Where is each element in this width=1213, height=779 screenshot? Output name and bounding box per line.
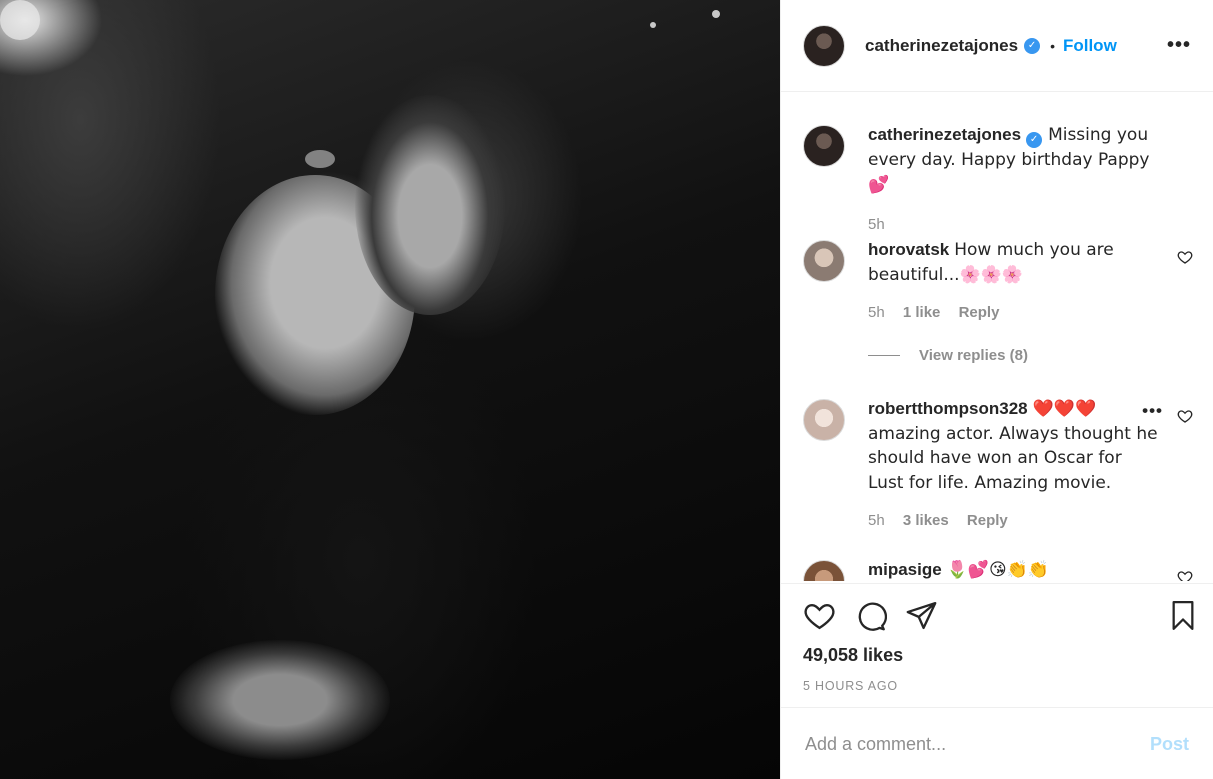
comment-time: 5h — [868, 304, 885, 321]
avatar[interactable] — [803, 399, 845, 441]
verified-badge-icon: ✓ — [1026, 132, 1043, 148]
add-comment-bar: Post — [781, 709, 1213, 779]
caption-username[interactable]: catherinezetajones — [868, 125, 1021, 144]
follow-button[interactable]: Follow — [1063, 36, 1117, 56]
photo-light — [305, 150, 335, 168]
post-actions: 49,058 likes 5 HOURS AGO — [781, 583, 1213, 708]
reply-button[interactable]: Reply — [967, 512, 1008, 529]
comment-likes[interactable]: 1 like — [903, 304, 941, 321]
heart-icon[interactable] — [1177, 569, 1193, 581]
post-comment-button[interactable]: Post — [1150, 734, 1189, 755]
header-user: catherinezetajones ✓ • Follow — [865, 36, 1117, 56]
heart-icon[interactable] — [803, 599, 836, 632]
comment-text: 🌷💕😘👏👏 — [946, 560, 1050, 580]
author-username[interactable]: catherinezetajones — [865, 36, 1018, 56]
comment-item: robertthompson328 ❤️❤️❤️ amazing actor. A… — [803, 397, 1199, 533]
avatar[interactable] — [803, 125, 845, 167]
avatar[interactable] — [803, 240, 845, 282]
heart-icon[interactable] — [1177, 249, 1193, 265]
comment-username[interactable]: robertthompson328 — [868, 399, 1028, 418]
comment-item: horovatsk How much you are beautiful...🌸🌸… — [803, 238, 1199, 325]
heart-icon[interactable] — [1177, 408, 1193, 424]
view-replies-label: View replies (8) — [919, 347, 1028, 364]
share-icon[interactable] — [905, 599, 938, 632]
photo-light — [0, 0, 40, 40]
verified-badge-icon: ✓ — [1024, 37, 1041, 54]
photo-light — [712, 10, 720, 18]
caption-body: catherinezetajones ✓ Missing you every day… — [868, 123, 1158, 237]
more-options-icon[interactable]: ••• — [1167, 34, 1191, 57]
comment-item: mipasige 🌷💕😘👏👏 — [803, 558, 1199, 581]
photo-figure-face — [355, 95, 505, 315]
comment-likes[interactable]: 3 likes — [903, 512, 949, 529]
photo-light — [650, 22, 656, 28]
comment-input[interactable] — [805, 733, 1150, 755]
comment-body: mipasige 🌷💕😘👏👏 — [868, 558, 1158, 581]
comment-more-icon[interactable]: ••• — [1142, 401, 1163, 421]
avatar[interactable] — [803, 560, 845, 581]
post-side-panel: catherinezetajones ✓ • Follow ••• cather… — [780, 0, 1213, 779]
comment-body: robertthompson328 ❤️❤️❤️ amazing actor. A… — [868, 397, 1158, 533]
replies-divider — [868, 355, 900, 356]
comment-time: 5h — [868, 512, 885, 529]
caption: catherinezetajones ✓ Missing you every day… — [803, 123, 1199, 237]
post-timestamp[interactable]: 5 HOURS AGO — [803, 679, 898, 693]
comment-body: horovatsk How much you are beautiful...🌸🌸… — [868, 238, 1158, 325]
comments-list[interactable]: catherinezetajones ✓ Missing you every day… — [781, 93, 1213, 581]
comment-username[interactable]: horovatsk — [868, 240, 949, 259]
photo-figure-hands — [170, 640, 390, 760]
caption-time: 5h — [868, 216, 885, 233]
bookmark-icon[interactable] — [1167, 599, 1199, 632]
likes-count[interactable]: 49,058 likes — [803, 645, 903, 666]
separator-dot: • — [1050, 37, 1055, 54]
post-header: catherinezetajones ✓ • Follow ••• — [781, 0, 1213, 92]
comment-username[interactable]: mipasige — [868, 560, 942, 579]
post-photo[interactable] — [0, 0, 780, 779]
comment-icon[interactable] — [854, 599, 887, 632]
reply-button[interactable]: Reply — [959, 304, 1000, 321]
view-replies-button[interactable]: View replies (8) — [868, 347, 1028, 364]
avatar[interactable] — [803, 24, 845, 67]
